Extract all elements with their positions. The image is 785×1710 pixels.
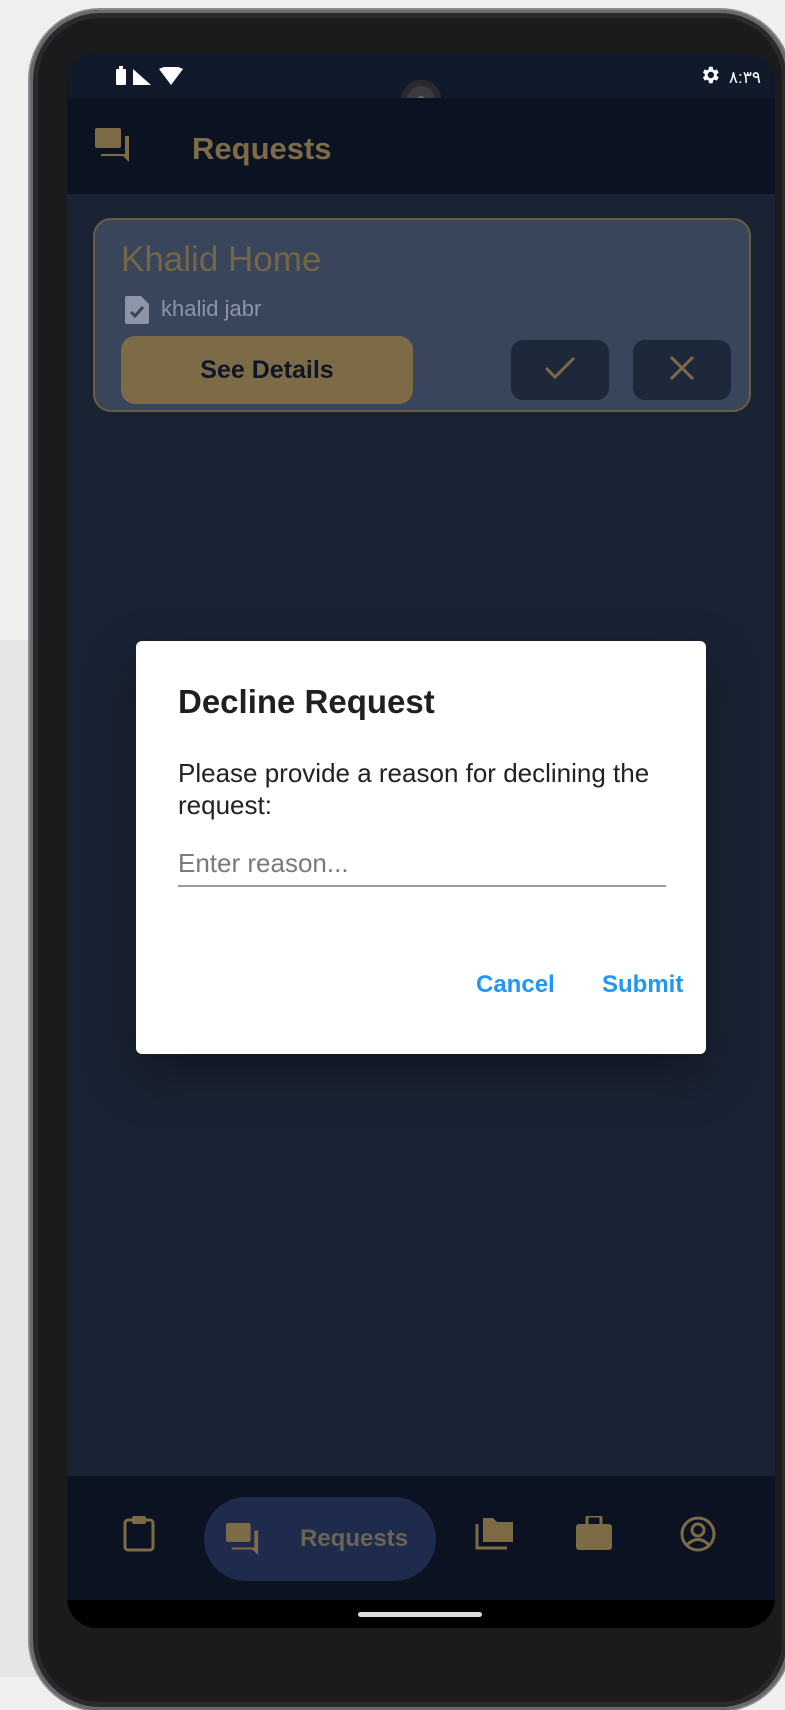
signal-icon: [133, 67, 153, 90]
nav-item-account[interactable]: [680, 1516, 716, 1557]
settings-icon: [699, 64, 721, 91]
folders-icon: [475, 1518, 515, 1554]
page-title: Requests: [192, 131, 332, 166]
briefcase-icon: [576, 1514, 612, 1554]
status-icons-right: ٨:٣٩: [699, 64, 761, 91]
dialog-title: Decline Request: [178, 683, 435, 720]
clock: ٨:٣٩: [728, 67, 761, 87]
nav-item-tasks[interactable]: [123, 1516, 155, 1557]
cancel-button[interactable]: Cancel: [476, 971, 555, 999]
see-details-button[interactable]: See Details: [121, 336, 413, 404]
account-icon: [680, 1516, 716, 1556]
app-bar: Requests: [67, 98, 775, 194]
request-card: Khalid Home khalid jabr See Details: [93, 218, 751, 412]
bottom-navigation: Requests: [67, 1476, 775, 1600]
close-icon: [669, 355, 695, 386]
nav-item-label: Requests: [300, 1525, 409, 1552]
status-icons-left: [115, 66, 183, 91]
screen: ٨:٣٩ Requests Khalid Home khalid jabr Se…: [67, 54, 775, 1628]
decline-dialog: Decline Request Please provide a reason …: [136, 641, 706, 1054]
nav-item-requests[interactable]: Requests: [204, 1497, 436, 1581]
wifi-icon: [159, 66, 183, 90]
document-check-icon: [125, 296, 149, 329]
check-icon: [544, 356, 576, 385]
request-title: Khalid Home: [121, 240, 322, 279]
submit-button[interactable]: Submit: [602, 971, 683, 999]
battery-icon: [115, 66, 127, 91]
chat-icon: [226, 1523, 262, 1562]
decline-button[interactable]: [633, 340, 731, 400]
reason-input[interactable]: [178, 841, 666, 887]
system-nav-bar: [67, 1600, 775, 1628]
accept-button[interactable]: [511, 340, 609, 400]
nav-item-jobs[interactable]: [576, 1514, 612, 1555]
request-user: khalid jabr: [161, 296, 262, 321]
nav-item-folders[interactable]: [475, 1516, 515, 1555]
clipboard-icon: [123, 1516, 155, 1556]
dialog-message: Please provide a reason for declining th…: [178, 758, 650, 820]
home-indicator[interactable]: [358, 1612, 482, 1617]
chat-icon: [95, 128, 133, 169]
